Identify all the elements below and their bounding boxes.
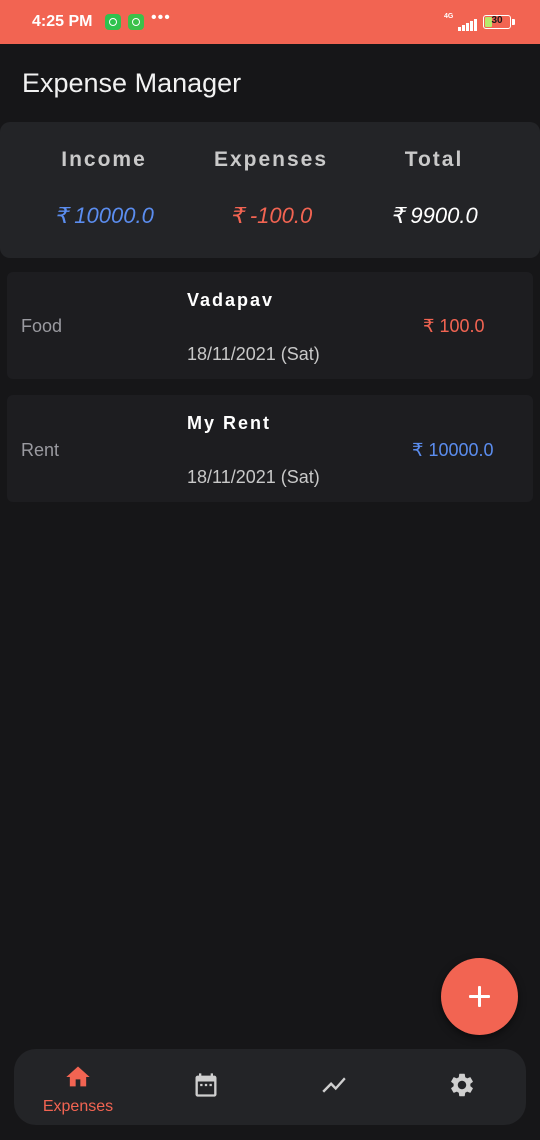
battery-tip bbox=[512, 19, 515, 25]
battery-icon: 30 bbox=[483, 15, 511, 29]
status-time: 4:25 PM bbox=[32, 13, 93, 30]
gear-icon bbox=[451, 1073, 473, 1097]
add-expense-button[interactable] bbox=[441, 958, 518, 1035]
expenses-label: Expenses bbox=[213, 148, 329, 171]
whatsapp-icon bbox=[105, 14, 121, 30]
total-label: Total bbox=[404, 148, 464, 171]
nav-item-settings[interactable] bbox=[407, 1049, 517, 1125]
chart-icon bbox=[322, 1077, 346, 1093]
nav-item-expenses[interactable]: Expenses bbox=[23, 1049, 133, 1125]
home-icon bbox=[66, 1066, 90, 1087]
plus-icon bbox=[469, 986, 490, 1007]
transaction-card[interactable]: Food Vadapav 18/11/2021 (Sat) ₹ 100.0 bbox=[7, 272, 533, 379]
app-title: Expense Manager bbox=[22, 68, 242, 98]
total-value: ₹ 9900.0 bbox=[390, 203, 478, 228]
battery-level: 30 bbox=[491, 15, 503, 26]
income-label: Income bbox=[61, 148, 147, 171]
transaction-date: 18/11/2021 (Sat) bbox=[187, 344, 320, 364]
nav-label-expenses: Expenses bbox=[42, 1098, 114, 1115]
status-bar: 4:25 PM ••• 4G 30 bbox=[0, 0, 540, 44]
bottom-navigation: Expenses bbox=[14, 1049, 526, 1125]
transaction-amount: ₹ 10000.0 bbox=[412, 440, 494, 460]
android-icon bbox=[128, 14, 144, 30]
transaction-date: 18/11/2021 (Sat) bbox=[187, 467, 320, 487]
expenses-value: ₹ -100.0 bbox=[229, 203, 313, 228]
transaction-title: Vadapav bbox=[187, 290, 275, 310]
signal-icon: 4G bbox=[444, 13, 477, 31]
calendar-icon bbox=[195, 1073, 217, 1097]
income-value: ₹ 10000.0 bbox=[54, 203, 154, 228]
nav-item-calendar[interactable] bbox=[151, 1049, 261, 1125]
summary-card: Income ₹ 10000.0 Expenses ₹ -100.0 Total… bbox=[0, 122, 540, 258]
transaction-amount: ₹ 100.0 bbox=[423, 316, 485, 336]
transaction-category: Rent bbox=[21, 440, 60, 460]
transaction-title: My Rent bbox=[187, 413, 272, 433]
transaction-category: Food bbox=[21, 316, 63, 336]
nav-item-statistics[interactable] bbox=[279, 1049, 389, 1125]
network-type: 4G bbox=[444, 13, 454, 20]
more-notifications-icon: ••• bbox=[151, 9, 171, 26]
transaction-card[interactable]: Rent My Rent 18/11/2021 (Sat) ₹ 10000.0 bbox=[7, 395, 533, 502]
